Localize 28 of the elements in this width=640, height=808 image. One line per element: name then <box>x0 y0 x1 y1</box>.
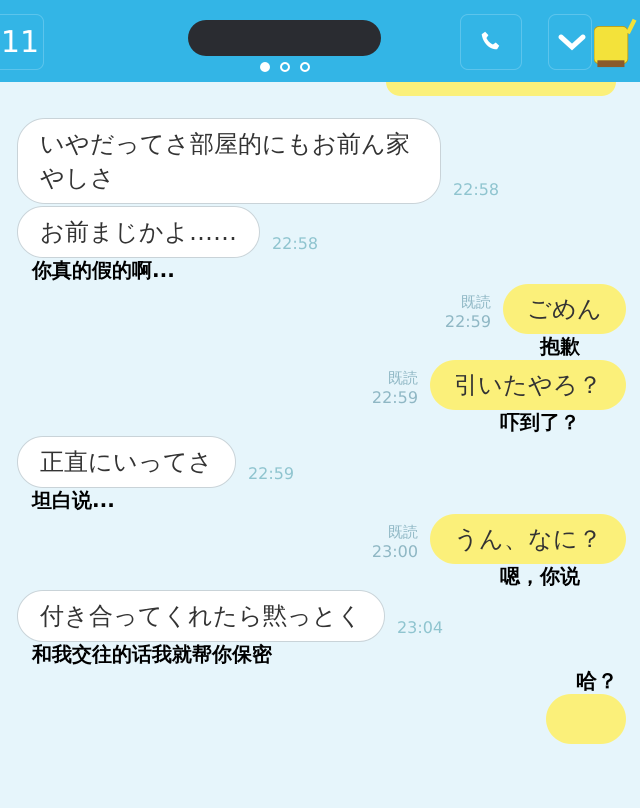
caption: 你真的假的啊... <box>30 258 176 282</box>
timestamp: 22:58 <box>453 180 500 199</box>
timestamp: 23:00 <box>372 542 418 562</box>
back-button[interactable]: 11 <box>0 14 44 70</box>
message-bubble: 引いたやろ？ <box>430 360 626 410</box>
caption: 抱歉 <box>540 334 581 358</box>
message-bubble: 正直にいってさ <box>17 436 236 488</box>
caption: 和我交往的话我就帮你保密 <box>30 642 273 666</box>
message-bubble: いやだってさ部屋的にもお前ん家やしさ <box>17 118 441 204</box>
caption: 哈？ <box>576 668 619 694</box>
message-bubble: お前まじかよ…… <box>17 206 260 258</box>
message-bubble: ごめん <box>503 284 626 334</box>
timestamp: 22:58 <box>272 234 318 253</box>
message-bubble: 付き合ってくれたら黙っとく <box>17 590 385 642</box>
timestamp: 22:59 <box>444 312 491 332</box>
read-receipt: 既読 <box>388 522 418 542</box>
timestamp: 22:59 <box>248 464 294 483</box>
call-button[interactable] <box>460 14 522 70</box>
read-receipt: 既読 <box>461 292 491 312</box>
caption: 坦白说... <box>30 488 116 512</box>
message-bubble: うん、なに？ <box>430 514 626 564</box>
menu-button[interactable] <box>548 14 592 70</box>
chevron-down-icon <box>557 32 587 52</box>
timestamp: 23:04 <box>397 618 444 637</box>
timestamp: 22:59 <box>372 388 418 408</box>
caption: 嗯，你说 <box>500 564 581 588</box>
read-receipt: 既読 <box>388 368 418 388</box>
caption: 吓到了？ <box>500 410 581 434</box>
